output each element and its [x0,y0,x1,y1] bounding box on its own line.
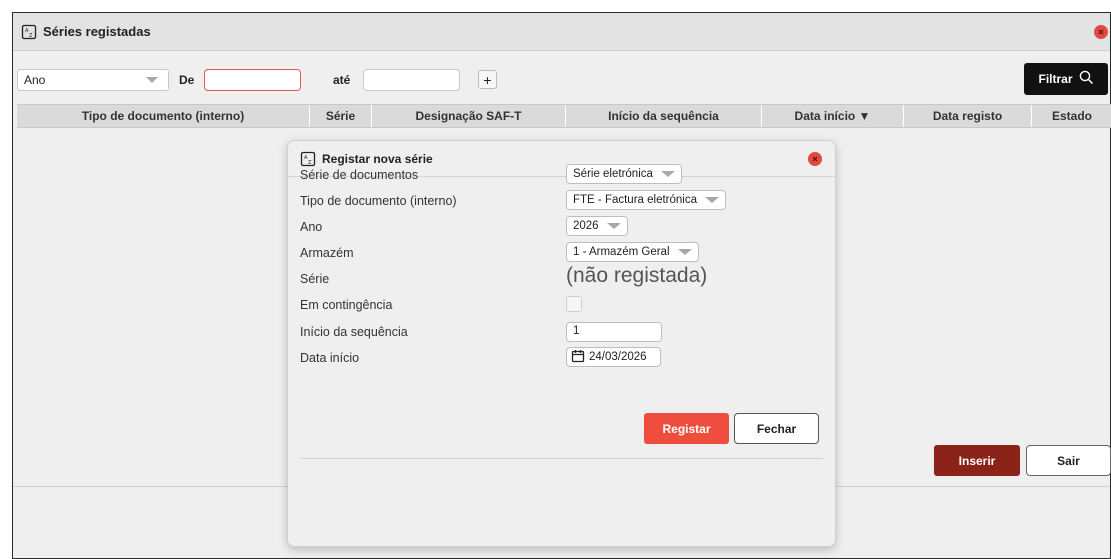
tipo-documento-label: Tipo de documento (interno) [300,194,457,208]
contingencia-checkbox[interactable] [566,296,582,312]
window-titlebar: AZ Séries registadas [13,13,1110,51]
column-header-data-registo[interactable]: Data registo [904,105,1032,127]
serie-documentos-select[interactable]: Série eletrónica [566,164,682,184]
search-icon [1079,70,1094,88]
register-button[interactable]: Registar [644,413,729,444]
svg-text:Z: Z [308,160,312,166]
close-button[interactable]: Fechar [734,413,819,444]
insert-button[interactable]: Inserir [934,445,1020,476]
column-header-tipo[interactable]: Tipo de documento (interno) [17,105,310,127]
armazem-select[interactable]: 1 - Armazém Geral [566,242,699,262]
divider [300,458,823,459]
document-icon: AZ [300,151,316,167]
calendar-icon [571,349,585,366]
close-icon[interactable] [808,152,822,166]
grid-header: Tipo de documento (interno) Série Design… [17,104,1111,128]
serie-label: Série [300,272,330,286]
tipo-documento-select[interactable]: FTE - Factura eletrónica [566,190,726,210]
document-icon: AZ [21,24,37,40]
serie-value: (não registada) [566,264,708,287]
filter-button-label: Filtrar [1038,72,1073,86]
data-inicio-label: Data início [300,351,360,365]
year-select[interactable]: Ano [17,69,169,91]
inicio-sequencia-label: Início da sequência [300,325,408,339]
chevron-down-icon [146,77,158,83]
ano-select[interactable]: 2026 [566,216,628,236]
chevron-down-icon [677,249,692,255]
exit-button[interactable]: Sair [1026,445,1111,476]
from-label: De [179,73,195,87]
column-header-data-inicio[interactable]: Data início ▼ [762,105,904,127]
chevron-down-icon [704,197,719,203]
filter-bar: Ano De até + Filtrar [13,63,1110,95]
from-date-input[interactable] [204,69,301,91]
column-header-inicio[interactable]: Início da sequência [566,105,762,127]
serie-documentos-label: Série de documentos [300,168,419,182]
to-label: até [333,73,351,87]
year-select-value: Ano [24,73,46,87]
column-header-serie[interactable]: Série [310,105,372,127]
filter-button[interactable]: Filtrar [1024,63,1108,95]
window-title: Séries registadas [43,24,151,39]
chevron-down-icon [606,223,621,229]
svg-text:Z: Z [29,33,33,39]
dialog-title: Registar nova série [322,151,433,166]
ano-label: Ano [300,220,323,234]
register-series-dialog: AZ Registar nova série Série de document… [288,141,835,546]
close-icon[interactable] [1094,25,1108,39]
armazem-label: Armazém [300,246,354,260]
contingencia-label: Em contingência [300,298,393,312]
column-header-estado[interactable]: Estado [1032,105,1111,127]
add-filter-button[interactable]: + [478,70,497,89]
data-inicio-input[interactable]: 24/03/2026 [566,347,661,367]
to-date-input[interactable] [363,69,460,91]
column-header-designacao[interactable]: Designação SAF-T [372,105,566,127]
chevron-down-icon [660,171,675,177]
inicio-sequencia-input[interactable]: 1 [566,322,662,342]
